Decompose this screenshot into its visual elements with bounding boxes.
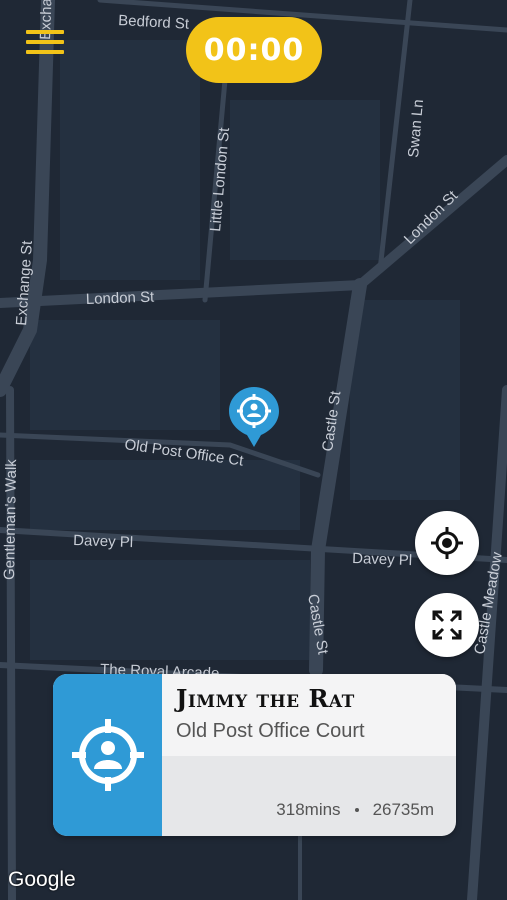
target-info-card[interactable]: Jimmy the Rat Old Post Office Court 318m… (53, 674, 456, 836)
target-details: Jimmy the Rat Old Post Office Court 318m… (162, 674, 456, 836)
target-map-marker[interactable] (226, 385, 282, 449)
hamburger-menu-icon (26, 30, 64, 54)
menu-button[interactable] (26, 30, 64, 58)
street-label-davey-pl-right: Davey Pl (352, 550, 413, 569)
street-label-london-st: London St (86, 289, 156, 308)
expand-map-button[interactable] (415, 593, 479, 657)
separator-dot (354, 808, 359, 812)
target-distance: 26735m (372, 800, 434, 819)
target-stats: 318mins 26735m (276, 800, 434, 820)
expand-arrows-icon (432, 610, 462, 640)
target-header: Jimmy the Rat Old Post Office Court (162, 674, 456, 756)
street-label-gentlemans-walk: Gentleman's Walk (1, 459, 20, 580)
target-icon-panel (53, 674, 162, 836)
target-person-icon (229, 387, 279, 447)
timer-display: 00:00 (186, 17, 322, 83)
target-person-icon (71, 719, 144, 791)
google-logo: Google (8, 868, 76, 891)
target-name: Jimmy the Rat (176, 684, 355, 713)
target-time: 318mins (276, 800, 341, 819)
target-location: Old Post Office Court (176, 720, 365, 742)
street-label-davey-pl-left: Davey Pl (73, 532, 134, 551)
locate-me-button[interactable] (415, 511, 479, 575)
crosshair-icon (431, 527, 463, 559)
